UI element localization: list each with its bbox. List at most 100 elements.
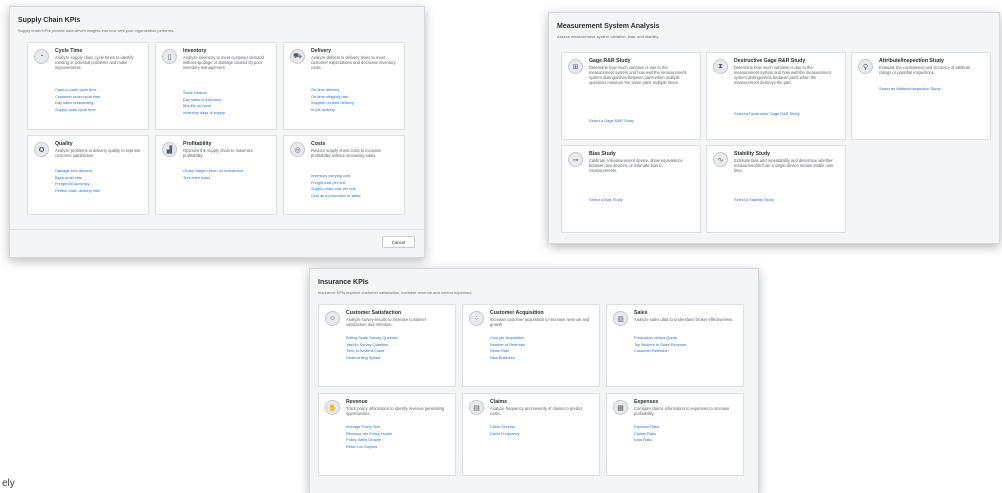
destructive-gage-icon: ⧗ <box>713 59 728 74</box>
card-cycle-time[interactable]: ◔ Cycle Time Analyze supply chain cycle … <box>27 42 149 130</box>
card-title: Customer Acquisition <box>490 310 544 316</box>
card-description: Track policy information to identify rev… <box>346 406 445 416</box>
link-loss-ratio[interactable]: Loss Ratio <box>634 437 659 444</box>
card-title: Revenue <box>346 399 368 405</box>
card-bias-study[interactable]: ⊸ Bias Study Calibrate a measurement dev… <box>561 145 701 233</box>
card-description: Determine how much variation is due to t… <box>589 65 686 85</box>
delivery-truck-icon: ⛟ <box>290 49 305 64</box>
supply-chain-kpis-dialog: Supply Chain KPIs Supply chain KPIs prov… <box>9 6 425 258</box>
link-perfect-order-delivery-rate[interactable]: Perfect order delivery rate <box>55 188 100 195</box>
link-day-sales-of-inventory[interactable]: Day sales of inventory <box>183 97 225 104</box>
link-yes-no-survey-question[interactable]: Yes/No Survey Question <box>346 342 398 349</box>
card-attribute-inspection-study[interactable]: ⚲ Attribute/Inspection Study Evaluate th… <box>851 52 991 140</box>
link-revenue-per-policy-holder[interactable]: Revenue per Policy Holder <box>346 431 392 438</box>
link-number-of-referrals[interactable]: Number of Referrals <box>490 342 525 349</box>
link-gross-margin-return-on-investment[interactable]: Gross margin return on investment <box>183 168 243 175</box>
link-on-time-delivery[interactable]: On-time delivery <box>311 87 354 94</box>
card-delivery[interactable]: ⛟ Delivery Analyze defects in delivery t… <box>283 42 405 130</box>
card-revenue[interactable]: ✋ Revenue Track policy information to id… <box>318 393 456 476</box>
link-turn-earn-index[interactable]: Turn-earn index <box>183 175 243 182</box>
card-title: Cycle Time <box>55 48 83 54</box>
link-claims-ratio[interactable]: Claims Ratio <box>634 431 659 438</box>
link-rating-scale-survey-question[interactable]: Rating Scale Survey Question <box>346 335 398 342</box>
select-attribute-inspection-study-link[interactable]: Select an Attribute/Inspection Study <box>879 86 940 93</box>
card-title: Customer Satisfaction <box>346 310 402 316</box>
select-gage-rr-study-link[interactable]: Select a Gage R&R Study <box>589 118 634 125</box>
link-on-time-shipping-rate[interactable]: On-time shipping rate <box>311 94 354 101</box>
link-policy-sales-growth[interactable]: Policy Sales Growth <box>346 437 392 444</box>
card-description: Optimize the supply chain to maximize pr… <box>183 148 253 158</box>
link-inventory-days-of-supply[interactable]: Inventory days of supply <box>183 110 225 117</box>
link-freight-bill-accuracy[interactable]: Freight bill accuracy <box>55 181 100 188</box>
link-expense-ratio[interactable]: Expense Ratio <box>634 424 659 431</box>
speedometer-icon: ◔ <box>34 49 49 64</box>
dialog-title: Insurance KPIs <box>318 279 369 286</box>
bias-gauge-icon: ⊸ <box>568 152 583 167</box>
card-description: Analyze frequency and severity of claims… <box>490 406 583 416</box>
link-freight-cost-per-unit[interactable]: Freight cost per unit <box>311 180 361 187</box>
dialog-title: Measurement System Analysis <box>557 23 660 30</box>
link-supply-chain-cycle-time[interactable]: Supply chain cycle time <box>55 107 100 114</box>
card-title: Expenses <box>634 399 659 405</box>
link-time-to-settle-claim[interactable]: Time to Settle a Claim <box>346 348 398 355</box>
card-customer-satisfaction[interactable]: ☺ Customer Satisfaction Analyze survey r… <box>318 304 456 387</box>
link-damage-free-delivery[interactable]: Damage-free delivery <box>55 168 100 175</box>
cancel-button[interactable]: Cancel <box>382 236 415 248</box>
link-customer-order-cycle-time[interactable]: Customer order cycle time <box>55 94 100 101</box>
card-claims[interactable]: ▤ Claims Analyze frequency and severity … <box>462 393 600 476</box>
card-description: Reduce supply chain costs to increase pr… <box>311 148 381 158</box>
card-sales[interactable]: ▥ Sales Analyze sales data to understand… <box>606 304 744 387</box>
card-stability-study[interactable]: ∿ Stability Study Estimate bias and repe… <box>706 145 846 233</box>
link-back-order-rate[interactable]: Back-order rate <box>55 175 100 182</box>
link-months-on-hand[interactable]: Months on hand <box>183 103 225 110</box>
measurement-system-analysis-dialog: Measurement System Analysis Assess measu… <box>548 12 1000 244</box>
stability-wave-icon: ∿ <box>713 152 728 167</box>
card-title: Delivery <box>311 48 332 54</box>
gage-caliper-icon: ⊞ <box>568 59 583 74</box>
link-day-sales-outstanding[interactable]: Day sales outstanding <box>55 100 100 107</box>
link-supplier-on-time-delivery[interactable]: Supplier on-time delivery <box>311 100 354 107</box>
link-production-versus-quota[interactable]: Production versus Quota <box>634 335 686 342</box>
claims-document-icon: ▤ <box>469 400 484 415</box>
link-underwriting-speed[interactable]: Underwriting Speed <box>346 355 398 362</box>
card-title: Profitability <box>183 141 212 147</box>
card-destructive-gage-rr-study[interactable]: ⧗ Destructive Gage R&R Study Determine h… <box>706 52 846 140</box>
magnifier-icon: ⚲ <box>858 59 873 74</box>
inventory-can-icon: ▯ <box>162 49 177 64</box>
profit-chart-icon: ▟ <box>162 142 177 157</box>
link-customer-retention[interactable]: Customer Retention <box>634 348 686 355</box>
link-average-policy-size[interactable]: Average Policy Size <box>346 424 392 431</box>
card-customer-acquisition[interactable]: ⁘ Customer Acquisition Increase customer… <box>462 304 600 387</box>
dialog-subtitle: Assess measurement system variation, bia… <box>557 34 660 39</box>
card-inventory[interactable]: ▯ Inventory Analyze inventory to meet cu… <box>155 42 277 130</box>
card-description: Compare claims information to expenses t… <box>634 406 730 416</box>
link-cost-as-proportion-of-sales[interactable]: Cost as a proportion of sales <box>311 193 361 200</box>
expenses-calculator-icon: ▦ <box>613 400 628 415</box>
card-description: Analyze supply chain cycle times to iden… <box>55 55 134 70</box>
card-title: Attribute/Inspection Study <box>879 58 944 64</box>
link-strike-rate[interactable]: Strike Rate <box>490 348 525 355</box>
link-stock-rotation[interactable]: Stock rotation <box>183 90 225 97</box>
card-profitability[interactable]: ▟ Profitability Optimize the supply chai… <box>155 135 277 215</box>
link-cost-per-acquisition[interactable]: Cost per Acquisition <box>490 335 525 342</box>
link-in-full-delivery[interactable]: In-full delivery <box>311 107 354 114</box>
card-title: Quality <box>55 141 73 147</box>
select-destructive-gage-rr-study-link[interactable]: Select a Destructive Gage R&R Study <box>734 111 800 118</box>
link-inventory-carrying-cost[interactable]: Inventory carrying cost <box>311 173 361 180</box>
card-title: Stability Study <box>734 151 771 157</box>
card-description: Increase customer acquisition to increas… <box>490 317 590 327</box>
select-bias-study-link[interactable]: Select a Bias Study <box>589 197 623 204</box>
card-gage-rr-study[interactable]: ⊞ Gage R&R Study Determine how much vari… <box>561 52 701 140</box>
link-claim-severity[interactable]: Claim Severity <box>490 424 519 431</box>
link-new-business[interactable]: New Business <box>490 355 525 362</box>
link-claim-frequency[interactable]: Claim Frequency <box>490 431 519 438</box>
link-top-brokers-sales-revenue[interactable]: Top Brokers in Sales Revenue <box>634 342 686 349</box>
acquisition-dots-icon: ⁘ <box>469 311 484 326</box>
card-costs[interactable]: ◎ Costs Reduce supply chain costs to inc… <box>283 135 405 215</box>
select-stability-study-link[interactable]: Select a Stability Study <box>734 197 774 204</box>
link-cash-to-cash-cycle-time[interactable]: Cash-to-cash cycle time <box>55 87 100 94</box>
link-return-on-surplus[interactable]: Return on Surplus <box>346 444 392 451</box>
card-quality[interactable]: ✪ Quality Analyze problems in delivery q… <box>27 135 149 215</box>
card-expenses[interactable]: ▦ Expenses Compare claims information to… <box>606 393 744 476</box>
link-supply-chain-cost-per-unit[interactable]: Supply chain cost per unit <box>311 186 361 193</box>
